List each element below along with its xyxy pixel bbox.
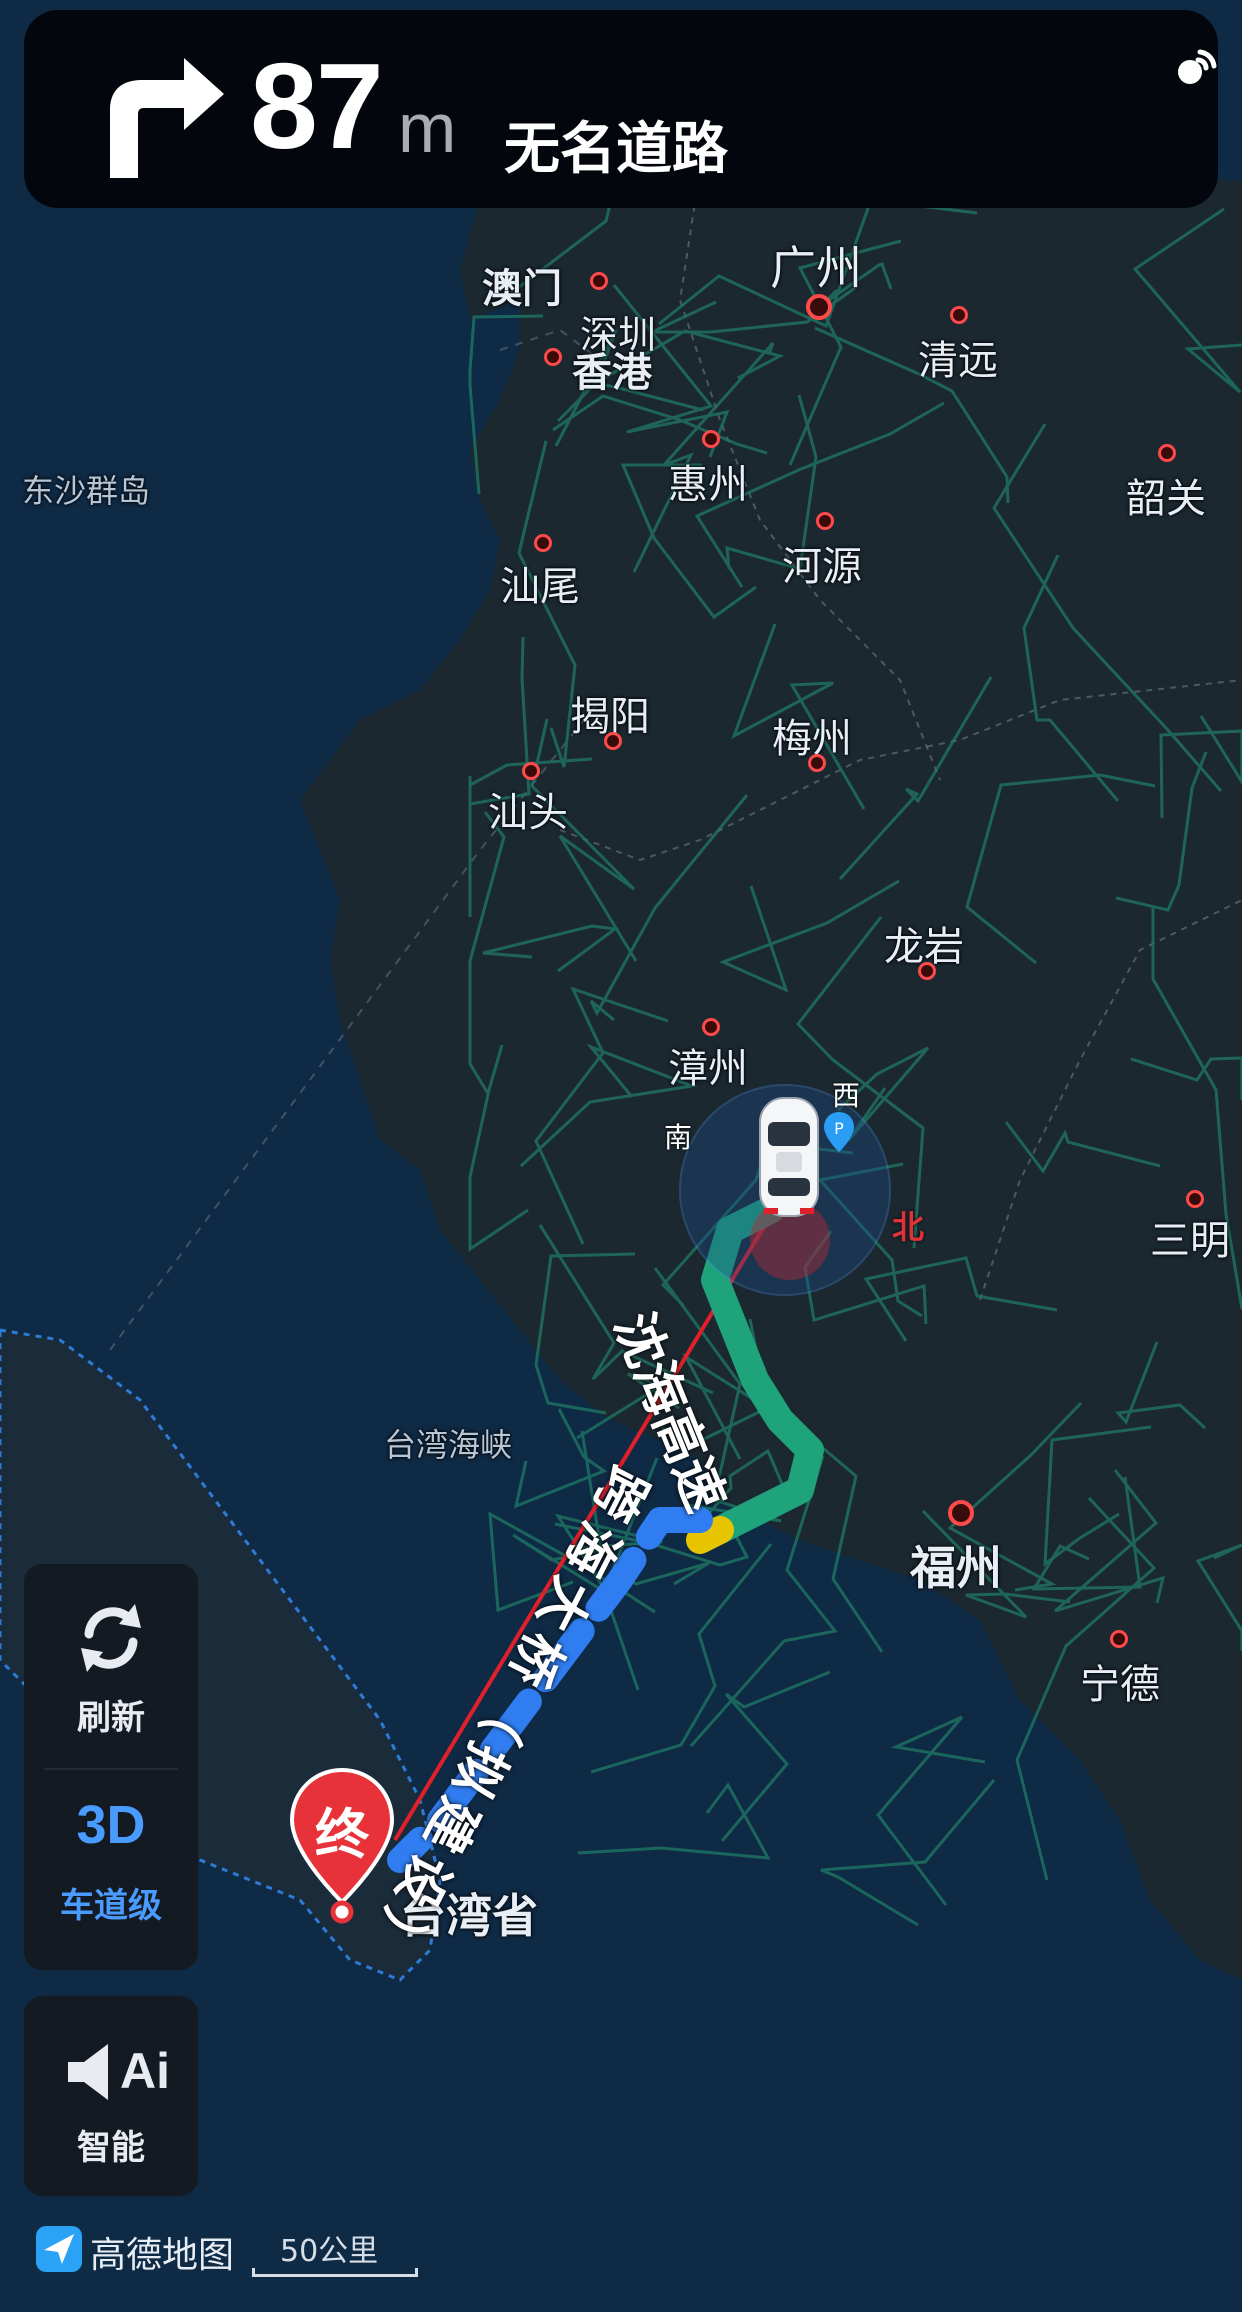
city-dot (702, 430, 720, 448)
ai-voice-button[interactable]: Ai 智能 (24, 1996, 198, 2196)
svg-text:P: P (834, 1119, 844, 1138)
city-label-heyuan: 河源 (782, 544, 862, 590)
next-road-name: 无名道路 (504, 117, 728, 182)
city-label-shantou: 汕头 (488, 790, 568, 836)
city-dot (816, 512, 834, 530)
refresh-button[interactable]: 刷新 (24, 1564, 198, 1764)
location-pin-icon: P (824, 1112, 854, 1152)
satellite-signal-icon[interactable] (1170, 44, 1218, 92)
lane-level-label: 车道级 (60, 1886, 162, 1926)
brand-name: 高德地图 (90, 2235, 235, 2276)
city-dot (806, 294, 832, 320)
refresh-label: 刷新 (77, 1698, 145, 1738)
city-label-huizhou: 惠州 (668, 462, 748, 508)
label-dongsha-islands: 东沙群岛 (22, 472, 151, 510)
divider (44, 1768, 178, 1770)
city-dot (604, 732, 622, 750)
3d-label: 3D (76, 1795, 146, 1855)
city-label-sanming: 三明 (1150, 1218, 1230, 1264)
city-dot (534, 534, 552, 552)
ai-label: 智能 (77, 2128, 145, 2168)
refresh-icon (81, 1604, 141, 1672)
city-dot (948, 1500, 974, 1526)
city-dot (1158, 444, 1176, 462)
city-dot (808, 754, 826, 772)
turn-distance: 87 (250, 38, 384, 174)
city-dot (544, 348, 562, 366)
label-taiwan-strait: 台湾海峡 (384, 1426, 513, 1464)
city-label-hongkong: 香港 (572, 350, 652, 396)
speaker-icon (68, 2044, 108, 2100)
city-dot (1186, 1190, 1204, 1208)
ai-badge: Ai (120, 2043, 170, 2099)
city-label-macau: 澳门 (482, 266, 562, 312)
city-label-fuzhou: 福州 (910, 1541, 1002, 1595)
amap-logo-icon (36, 2226, 82, 2272)
city-label-ningde: 宁德 (1080, 1662, 1160, 1708)
city-dot (1110, 1630, 1128, 1648)
city-label-zhangzhou: 漳州 (668, 1046, 748, 1092)
turn-right-icon (110, 58, 224, 178)
city-label-guangzhou: 广州 (770, 241, 862, 295)
compass-west: 西 (832, 1079, 861, 1112)
scale-label: 50公里 (280, 2234, 379, 2269)
city-dot (918, 962, 936, 980)
ai-voice-panel: Ai 智能 (24, 1996, 198, 2196)
destination-marker-label: 终 (315, 1803, 369, 1866)
scale-bar (252, 2268, 418, 2277)
map-controls-panel: 刷新 3D 车道级 (24, 1564, 198, 1970)
city-dot (590, 272, 608, 290)
city-label-shaoguan: 韶关 (1126, 476, 1206, 522)
distance-unit: m (398, 89, 457, 167)
lane-level-3d-button[interactable]: 3D 车道级 (24, 1774, 198, 1964)
compass-south: 南 (664, 1121, 693, 1154)
city-dot (950, 306, 968, 324)
city-label-qingyuan: 清远 (918, 338, 998, 384)
city-label-shanwei: 汕尾 (500, 564, 580, 610)
compass-north: 北 (892, 1208, 925, 1246)
navigation-banner: 87 m 无名道路 (24, 10, 1218, 208)
car-position-icon (759, 1097, 819, 1217)
city-dot (522, 762, 540, 780)
city-dot (702, 1018, 720, 1036)
